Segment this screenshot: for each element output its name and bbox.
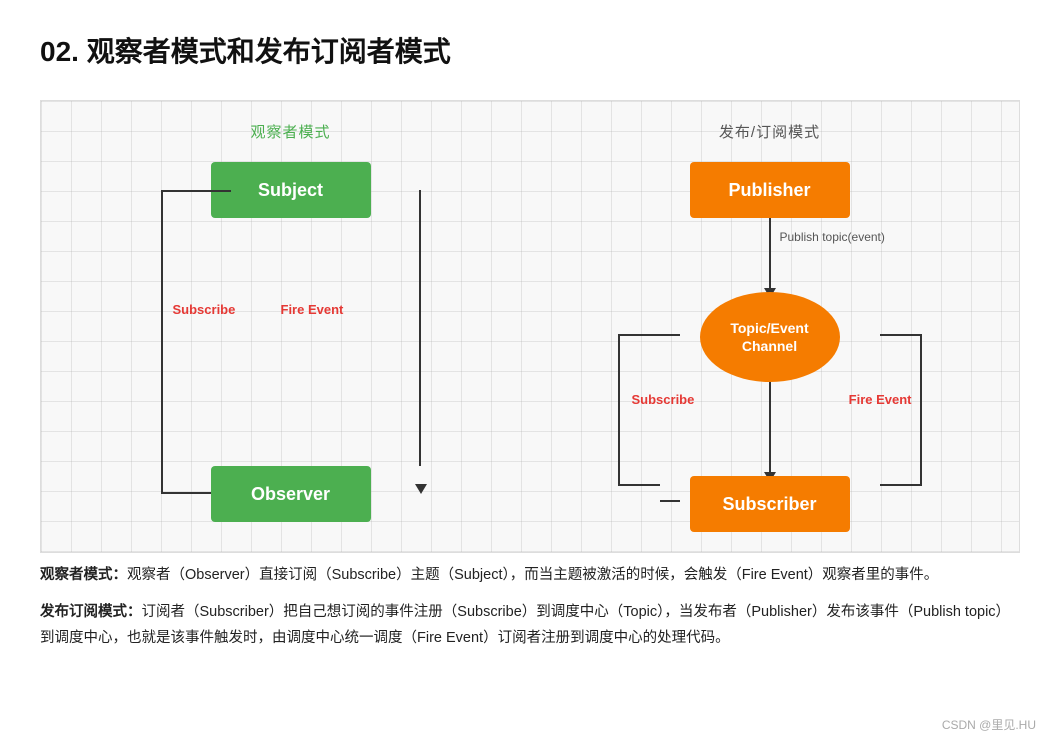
pubsub-section: 发布/订阅模式 Publisher Publish topic(event) T…: [530, 121, 1009, 532]
obs-fireevent-label: Fire Event: [281, 302, 344, 317]
publish-topic-label: Publish topic(event): [780, 230, 885, 244]
obs-line-top: [201, 190, 231, 192]
observer-diagram: Subject Subscribe Fire Event Observer: [151, 162, 431, 522]
observer-section: 观察者模式 Subject Subscribe Fire Event Obser…: [51, 121, 530, 522]
desc2: 发布订阅模式：订阅者（Subscriber）把自己想订阅的事件注册（Subscr…: [40, 600, 1020, 651]
watermark: CSDN @里见.HU: [942, 716, 1036, 733]
pub-right-bracket: [880, 334, 922, 486]
observer-box: Observer: [211, 466, 371, 522]
subscriber-box: Subscriber: [690, 476, 850, 532]
diagram-area: 观察者模式 Subject Subscribe Fire Event Obser…: [40, 100, 1020, 553]
obs-bracket: [161, 190, 201, 494]
pub-bracket-line-top: [660, 334, 680, 336]
pub-subscribe-label: Subscribe: [632, 392, 695, 407]
desc1-bold: 观察者模式：: [40, 567, 127, 583]
desc1-text: 观察者（Observer）直接订阅（Subscribe）主题（Subject），…: [127, 567, 938, 583]
obs-right-line: [419, 190, 421, 466]
desc1: 观察者模式：观察者（Observer）直接订阅（Subscribe）主题（Sub…: [40, 563, 1020, 588]
pub-bracket: [618, 334, 660, 486]
desc2-text: 订阅者（Subscriber）把自己想订阅的事件注册（Subscribe）到调度…: [40, 604, 1010, 645]
publisher-box: Publisher: [690, 162, 850, 218]
observer-label: 观察者模式: [250, 121, 330, 142]
obs-subscribe-label: Subscribe: [173, 302, 236, 317]
pubsub-diagram: Publisher Publish topic(event) Topic/Eve…: [610, 162, 930, 532]
description: 观察者模式：观察者（Observer）直接订阅（Subscribe）主题（Sub…: [40, 563, 1020, 651]
pub-to-channel-line: [769, 218, 771, 292]
subject-box: Subject: [211, 162, 371, 218]
obs-right-arrow: [415, 484, 427, 494]
pub-bracket-line-bottom: [660, 500, 680, 502]
pub-fireevent-label: Fire Event: [849, 392, 912, 407]
desc2-bold: 发布订阅模式：: [40, 604, 142, 620]
channel-to-sub-line: [769, 382, 771, 476]
page-title: 02. 观察者模式和发布订阅者模式: [40, 30, 1020, 70]
channel-circle: Topic/EventChannel: [700, 292, 840, 382]
pubsub-label: 发布/订阅模式: [719, 121, 820, 142]
